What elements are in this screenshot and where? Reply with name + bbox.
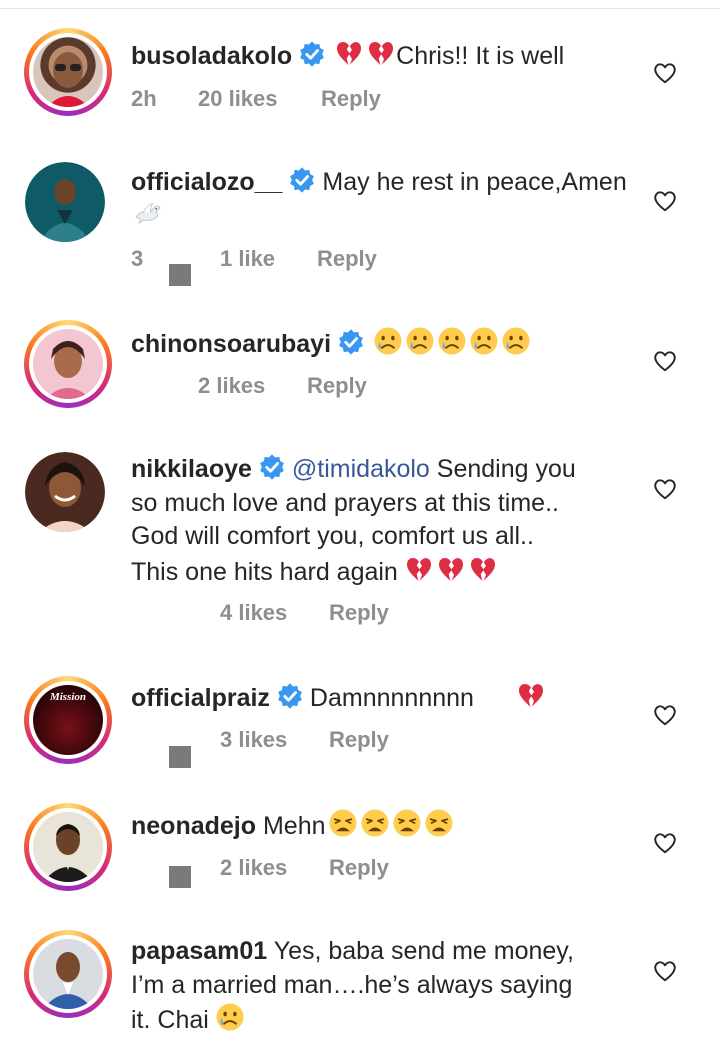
broken-heart-icon (436, 554, 466, 584)
comment-text: chinonsoarubayi (131, 326, 631, 361)
avatar (33, 812, 103, 882)
heart-icon[interactable] (652, 348, 678, 374)
username[interactable]: busoladakolo (131, 42, 292, 70)
comment-text: busoladakolo Chris!! It is well (131, 38, 631, 73)
crying-face-icon (215, 1002, 245, 1032)
heart-icon[interactable] (652, 476, 678, 502)
avatar (33, 329, 103, 399)
comment-body: Mehn (262, 812, 326, 840)
verified-badge-icon (276, 682, 304, 710)
reply-button[interactable]: Reply (321, 86, 381, 112)
comment-body-line: it. Chai (131, 1006, 209, 1034)
avatar (33, 37, 103, 107)
username[interactable]: chinonsoarubayi (131, 330, 331, 358)
likes-count[interactable]: 3 likes (220, 727, 287, 753)
heart-icon[interactable] (652, 188, 678, 214)
reply-button[interactable]: Reply (329, 600, 389, 626)
comment-body-line: God will comfort you, comfort us all.. (131, 522, 534, 550)
crying-face-icon (405, 326, 435, 356)
likes-count[interactable]: 2 likes (198, 373, 265, 399)
crying-face-icon (373, 326, 403, 356)
avatar-story-ring[interactable] (24, 320, 112, 408)
top-divider (0, 8, 720, 9)
verified-badge-icon (258, 453, 286, 481)
broken-heart-icon (516, 680, 546, 710)
heart-icon[interactable] (652, 702, 678, 728)
weary-face-icon (424, 808, 454, 838)
crying-face-icon (437, 326, 467, 356)
crying-face-icon (501, 326, 531, 356)
broken-heart-icon (404, 554, 434, 584)
redaction-mark (169, 866, 191, 888)
avatar: Mission (33, 685, 103, 755)
comment-text: papasam01 Yes, baba send me money, I’m a… (131, 935, 631, 1038)
avatar[interactable] (25, 452, 105, 532)
comment-body-line: This one hits hard again (131, 557, 398, 586)
verified-badge-icon (337, 328, 365, 356)
comment-body-line: so much love and prayers at this time.. (131, 488, 559, 517)
dove-icon (133, 199, 163, 229)
comment-time: 2h (131, 86, 157, 106)
weary-face-icon (392, 808, 422, 838)
weary-face-icon (360, 808, 390, 838)
reply-button[interactable]: Reply (329, 727, 389, 753)
likes-count[interactable]: 1 like (220, 246, 275, 272)
username[interactable]: papasam01 (131, 937, 267, 965)
comment-text: neonadejo Mehn (131, 808, 631, 843)
avatar-story-ring[interactable] (24, 803, 112, 891)
avatar (33, 939, 103, 1009)
crying-face-icon (469, 326, 499, 356)
avatar-story-ring[interactable] (24, 930, 112, 1018)
mention-link[interactable]: @timidakolo (292, 455, 430, 483)
comment-body-line: I’m a married man….he’s always saying (131, 970, 573, 999)
likes-count[interactable]: 20 likes (198, 86, 278, 112)
verified-badge-icon (298, 40, 326, 68)
avatar-logo-text: Mission (49, 691, 87, 703)
comment-body: Damnnnnnnnn (309, 684, 474, 712)
verified-badge-icon (288, 166, 316, 194)
broken-heart-icon (366, 38, 396, 68)
comment-body-line: Sending you (436, 455, 576, 483)
likes-count[interactable]: 4 likes (220, 600, 287, 626)
heart-icon[interactable] (652, 60, 678, 86)
username[interactable]: officialpraiz (131, 684, 270, 712)
avatar-story-ring[interactable]: Mission (24, 676, 112, 764)
comment-text: officialpraiz Damnnnnnnnn (131, 680, 631, 715)
redaction-mark (169, 746, 191, 768)
broken-heart-icon (468, 554, 498, 584)
comment-body: May he rest in peace,Amen (322, 168, 627, 196)
reply-button[interactable]: Reply (307, 373, 367, 399)
broken-heart-icon (334, 38, 364, 68)
comment-time: 3 (131, 246, 144, 271)
reply-button[interactable]: Reply (317, 246, 377, 272)
redaction-mark (169, 264, 191, 286)
heart-icon[interactable] (652, 830, 678, 856)
comment-body-line: Yes, baba send me money, (273, 937, 574, 965)
comment-text: officialozo__ May he rest in peace,Amen (131, 166, 631, 234)
avatar[interactable] (25, 162, 105, 242)
likes-count[interactable]: 2 likes (220, 855, 287, 881)
weary-face-icon (328, 808, 358, 838)
username[interactable]: officialozo__ (131, 168, 282, 196)
heart-icon[interactable] (652, 958, 678, 984)
username[interactable]: neonadejo (131, 812, 256, 840)
reply-button[interactable]: Reply (329, 855, 389, 881)
avatar-story-ring[interactable] (24, 28, 112, 116)
comment-text: nikkilaoye @timidakolo Sending you so muc… (131, 453, 631, 589)
username[interactable]: nikkilaoye (131, 455, 252, 483)
comment-body: Chris!! It is well (396, 42, 565, 70)
